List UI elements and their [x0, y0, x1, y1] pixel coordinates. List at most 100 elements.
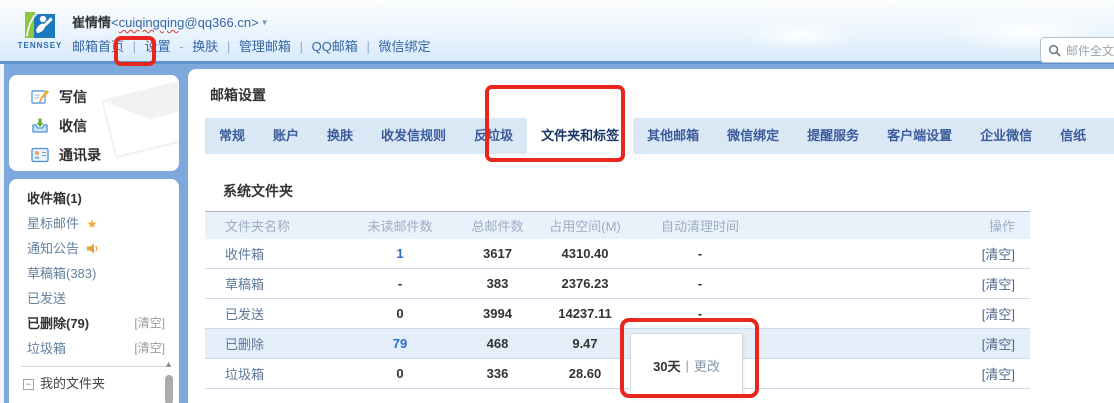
my-folders-label: 我的文件夹	[40, 376, 105, 391]
contacts-icon	[31, 147, 49, 163]
clear-spam-link[interactable]: [清空]	[982, 367, 1015, 382]
receive-label: 收信	[59, 116, 87, 136]
clear-drafts-link[interactable]: [清空]	[982, 277, 1015, 292]
search-placeholder: 邮件全文搜	[1066, 42, 1114, 59]
tab-account[interactable]: 账户	[259, 118, 313, 154]
receive-mail-button[interactable]: 收信	[9, 111, 179, 140]
search-input[interactable]: 邮件全文搜	[1040, 37, 1114, 63]
nav-manage-mailbox[interactable]: 管理邮箱	[239, 39, 291, 54]
col-total-count: 总邮件数	[460, 212, 535, 239]
page-body: 写信 收信 通讯录	[0, 64, 1114, 403]
space-cell: 4310.40	[535, 239, 635, 269]
unread-cell: 0	[340, 359, 460, 389]
nav-wechat-bind[interactable]: 微信绑定	[378, 39, 430, 54]
unread-cell: 79	[340, 329, 460, 359]
drafts-label: 草稿箱(383)	[27, 266, 96, 281]
table-header-row: 文件夹名称 未读邮件数 总邮件数 占用空间(M) 自动清理时间 操作	[205, 212, 1030, 239]
settings-tabbar: 常规 账户 换肤 收发信规则 反垃圾 文件夹和标签 其他邮箱 微信绑定 提醒服务…	[205, 118, 1114, 154]
table-row-spam: 垃圾箱 0 336 28.60 [清空]	[205, 359, 1030, 389]
col-space-used: 占用空间(M)	[535, 212, 635, 239]
tab-antispam[interactable]: 反垃圾	[460, 118, 527, 154]
account-dropdown-caret-icon[interactable]: ▼	[261, 18, 269, 27]
user-name: 崔情情	[72, 15, 111, 30]
unread-cell: -	[340, 269, 460, 299]
space-cell: 2376.23	[535, 269, 635, 299]
table-row-inbox: 收件箱 1 3617 4310.40 - [清空]	[205, 239, 1030, 269]
nav-separator: |	[227, 39, 230, 54]
tab-stationery[interactable]: 信纸	[1046, 118, 1100, 154]
logo: TENNSEY	[14, 8, 66, 50]
nav-mail-home[interactable]: 邮箱首页	[72, 39, 124, 54]
scrollbar-thumb[interactable]	[165, 375, 173, 403]
sidebar-item-inbox[interactable]: 收件箱(1)	[9, 186, 179, 211]
sidebar-item-deleted[interactable]: 已删除(79) [清空]	[9, 311, 179, 336]
total-cell: 3617	[460, 239, 535, 269]
autoclean-days-value: 30天	[653, 356, 680, 375]
user-account[interactable]: 崔情情<cuiqingqing@qq366.cn>▼	[72, 12, 269, 31]
col-unread-count: 未读邮件数	[340, 212, 460, 239]
sidebar-item-spam[interactable]: 垃圾箱 [清空]	[9, 336, 179, 361]
tab-wechat-bind[interactable]: 微信绑定	[713, 118, 793, 154]
email-local-part: cuiqingqing	[119, 15, 185, 30]
nav-separator: -	[179, 39, 183, 54]
nav-skin[interactable]: 换肤	[192, 39, 218, 54]
email-bracket: <	[111, 15, 119, 30]
sent-label: 已发送	[27, 291, 66, 306]
nav-settings[interactable]: 设置	[145, 39, 171, 54]
receive-icon	[31, 118, 49, 134]
inbox-label: 收件箱(1)	[27, 191, 82, 206]
tennsey-logo-icon	[24, 8, 56, 40]
announcements-label: 通知公告	[27, 241, 79, 256]
unread-cell: 0	[340, 299, 460, 329]
tab-client-settings[interactable]: 客户端设置	[873, 118, 966, 154]
folder-name-cell: 已发送	[205, 299, 340, 329]
folder-name-cell: 草稿箱	[205, 269, 340, 299]
tab-enterprise-wechat[interactable]: 企业微信	[966, 118, 1046, 154]
compose-button[interactable]: 写信	[9, 82, 179, 111]
deleted-clear-link[interactable]: [清空]	[134, 311, 165, 336]
table-row-sent: 已发送 0 3994 14237.11 - [清空]	[205, 299, 1030, 329]
space-cell: 28.60	[535, 359, 635, 389]
tab-skin[interactable]: 换肤	[313, 118, 367, 154]
sidebar-item-sent[interactable]: 已发送	[9, 286, 179, 311]
unread-cell: 1	[340, 239, 460, 269]
tab-general[interactable]: 常规	[205, 118, 259, 154]
sidebar-item-drafts[interactable]: 草稿箱(383)	[9, 261, 179, 286]
tab-reminder-service[interactable]: 提醒服务	[793, 118, 873, 154]
header: TENNSEY 崔情情<cuiqingqing@qq366.cn>▼ 邮箱首页 …	[0, 0, 1114, 64]
nav-separator: |	[133, 39, 136, 54]
col-auto-clean-time: 自动清理时间	[635, 212, 765, 239]
sidebar: 写信 收信 通讯录	[0, 64, 188, 403]
total-cell: 3994	[460, 299, 535, 329]
space-cell: 9.47	[535, 329, 635, 359]
nav-separator: |	[300, 39, 303, 54]
sidebar-item-my-folders[interactable]: −我的文件夹	[9, 371, 179, 396]
email-domain: @qq366.cn>	[184, 15, 258, 30]
tab-other-mailboxes[interactable]: 其他邮箱	[633, 118, 713, 154]
space-cell: 14237.11	[535, 299, 635, 329]
contacts-button[interactable]: 通讯录	[9, 140, 179, 169]
sidebar-item-starred[interactable]: 星标邮件 ★	[9, 211, 179, 236]
clear-sent-link[interactable]: [清空]	[982, 307, 1015, 322]
starred-label: 星标邮件	[27, 216, 79, 231]
spam-clear-link[interactable]: [清空]	[134, 336, 165, 361]
clear-deleted-link[interactable]: [清空]	[982, 337, 1015, 352]
nav-qq-mail[interactable]: QQ邮箱	[312, 39, 358, 54]
sidebar-folders-panel: 收件箱(1) 星标邮件 ★ 通知公告 草稿箱(383) 已发送 已删除(79)	[9, 179, 179, 403]
tab-folders-and-labels[interactable]: 文件夹和标签	[527, 118, 633, 154]
search-icon	[1048, 44, 1061, 57]
system-folders-table: 文件夹名称 未读邮件数 总邮件数 占用空间(M) 自动清理时间 操作 收件箱 1…	[205, 211, 1030, 389]
speaker-icon	[87, 243, 99, 254]
clear-inbox-link[interactable]: [清空]	[982, 247, 1015, 262]
sidebar-item-announcements[interactable]: 通知公告	[9, 236, 179, 261]
sidebar-item-cqq-folder[interactable]: +cqq	[9, 396, 179, 403]
autoclean-change-link[interactable]: 更改	[694, 356, 720, 375]
cloud-decoration	[740, 18, 860, 52]
star-icon: ★	[87, 217, 98, 231]
sidebar-divider	[21, 366, 167, 367]
scrollbar-up-arrow[interactable]: ▲	[164, 359, 173, 369]
tab-mail-rules[interactable]: 收发信规则	[367, 118, 460, 154]
autoclean-cell: -	[635, 299, 765, 329]
table-row-drafts: 草稿箱 - 383 2376.23 - [清空]	[205, 269, 1030, 299]
collapse-icon[interactable]: −	[23, 379, 34, 390]
